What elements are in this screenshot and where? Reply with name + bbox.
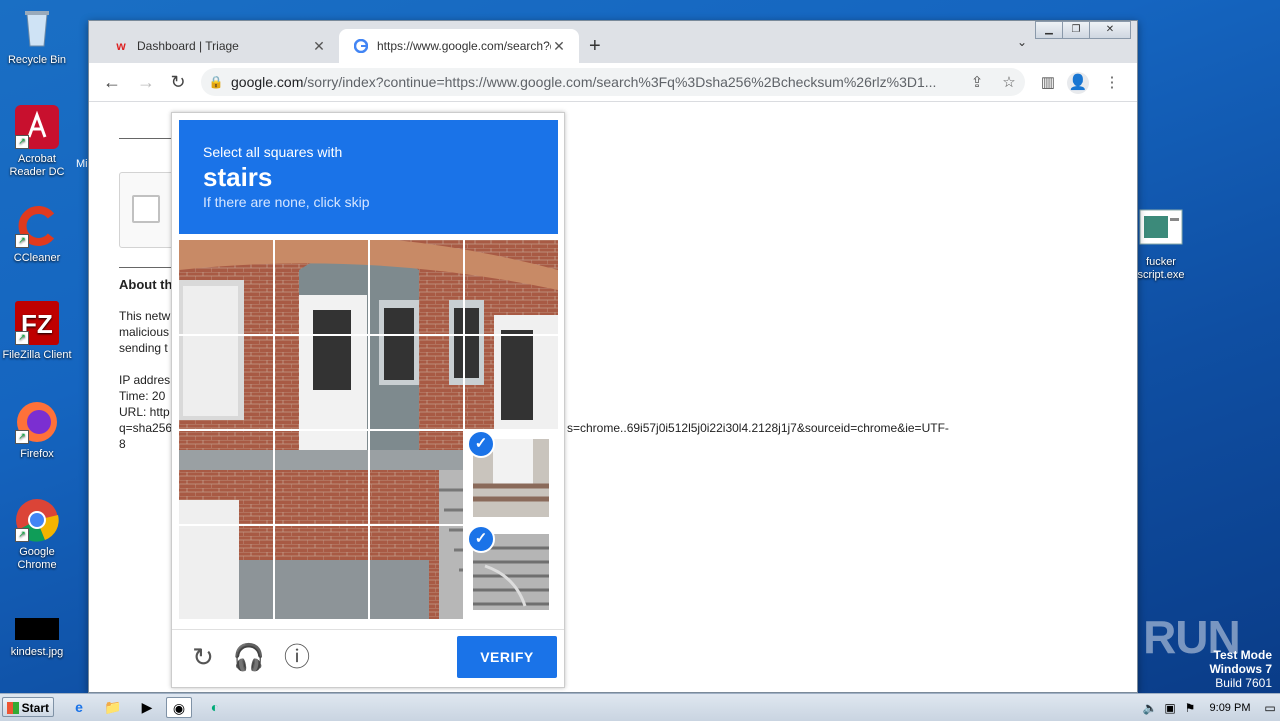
bookmark-star-icon[interactable]: ☆ xyxy=(993,73,1025,91)
recaptcha-checkbox[interactable] xyxy=(132,195,160,223)
chrome-taskbar-icon[interactable]: ◉ xyxy=(166,697,192,718)
audio-challenge-icon[interactable]: 🎧 xyxy=(232,640,266,674)
body-line: sending t xyxy=(119,341,168,355)
desktop-icon-label: CCleaner xyxy=(13,252,61,264)
profile-icon[interactable]: 👤 xyxy=(1067,72,1089,94)
lock-icon: 🔒 xyxy=(208,75,224,89)
google-icon xyxy=(353,38,369,54)
desktop-icon-kindest[interactable]: kindest.jpg xyxy=(0,618,74,659)
desktop-icon-label: Firefox xyxy=(20,448,54,460)
instruction-text: Select all squares with xyxy=(203,144,343,160)
start-button[interactable]: Start xyxy=(2,697,54,717)
target-text: stairs xyxy=(203,162,273,192)
desktop-icon-label: Acrobat Reader DC xyxy=(9,153,65,178)
browser-toolbar: ← → ↻ 🔒 google.com/sorry/index?continue=… xyxy=(89,63,1137,102)
file-explorer-icon[interactable]: 📁 xyxy=(100,697,126,718)
hint-text: If there are none, click skip xyxy=(203,194,370,210)
taskbar: Start e 📁 ▶ ◉ ◐ 🔈 ▣ ⚑ 9:09 PM ▭ xyxy=(0,693,1280,721)
reload-button[interactable]: ↻ xyxy=(167,71,189,93)
info-line: IP addres xyxy=(119,373,171,387)
desktop-icon-label: Recycle Bin xyxy=(7,54,67,66)
triage-icon: ᴡ xyxy=(116,39,126,53)
desktop-icon-ccleaner[interactable]: ↗ CCleaner xyxy=(0,204,74,265)
checkmark-icon: ✓ xyxy=(467,430,495,458)
recaptcha-challenge: Select all squares with stairs If there … xyxy=(171,112,565,688)
tab-dashboard[interactable]: ᴡ Dashboard | Triage ✕ xyxy=(99,29,339,63)
windows-watermark: Test Mode Windows 7 Build 7601 xyxy=(1209,648,1272,690)
recycle-bin-icon xyxy=(15,6,59,50)
internet-explorer-icon[interactable]: e xyxy=(66,697,92,718)
flag-icon[interactable]: ⚑ xyxy=(1180,701,1200,715)
desktop-icon-acrobat[interactable]: ↗ Acrobat Reader DC xyxy=(0,105,74,179)
window-controls: ▁ ❐ ✕ xyxy=(1035,21,1131,39)
side-panel-icon[interactable]: ▥ xyxy=(1037,72,1059,94)
desktop-icon-recycle-bin[interactable]: Recycle Bin xyxy=(0,6,74,67)
desktop-icon-chrome[interactable]: ↗ Google Chrome xyxy=(0,498,74,572)
url-text: google.com/sorry/index?continue=https://… xyxy=(231,74,937,90)
body-line: malicious xyxy=(119,325,170,339)
close-tab-icon[interactable]: ✕ xyxy=(551,38,567,55)
filezilla-icon: FZ ↗ xyxy=(15,301,59,345)
url-tail: 8 xyxy=(119,437,126,451)
network-icon[interactable]: ▣ xyxy=(1160,701,1180,715)
minimize-button[interactable]: ▁ xyxy=(1035,21,1063,39)
divider xyxy=(119,267,179,268)
address-bar[interactable]: 🔒 google.com/sorry/index?continue=https:… xyxy=(201,68,1025,96)
share-icon[interactable]: ⇪ xyxy=(961,73,993,91)
checkmark-icon: ✓ xyxy=(467,525,495,553)
menu-icon[interactable]: ⋮ xyxy=(1101,72,1123,94)
media-player-icon[interactable]: ▶ xyxy=(134,697,160,718)
tab-title: https://www.google.com/search?q= xyxy=(377,39,551,53)
info-line: q=sha256 xyxy=(119,421,173,435)
system-tray: 🔈 ▣ ⚑ 9:09 PM ▭ xyxy=(1140,694,1280,721)
tab-strip: ᴡ Dashboard | Triage ✕ https://www.googl… xyxy=(89,21,1137,63)
desktop-partial-label: Mi xyxy=(76,158,88,170)
browser-window: ᴡ Dashboard | Triage ✕ https://www.googl… xyxy=(88,20,1138,693)
firefox-icon: ↗ xyxy=(15,400,59,444)
edge-icon[interactable]: ◐ xyxy=(202,697,228,718)
info-line: URL: http xyxy=(119,405,170,419)
grid-line xyxy=(179,334,558,336)
new-tab-button[interactable]: + xyxy=(589,35,601,58)
challenge-footer: ↻ 🎧 ⓘ VERIFY xyxy=(172,629,564,688)
desktop-icon-firefox[interactable]: ↗ Firefox xyxy=(0,400,74,461)
chevron-down-icon[interactable]: ⌄ xyxy=(1017,35,1027,49)
challenge-image-grid: ✓ ✓ xyxy=(179,240,558,619)
desktop-icon-filezilla[interactable]: FZ ↗ FileZilla Client xyxy=(0,301,74,362)
back-button[interactable]: ← xyxy=(101,71,123,93)
acrobat-icon: ↗ xyxy=(15,105,59,149)
verify-button[interactable]: VERIFY xyxy=(457,636,557,678)
challenge-header: Select all squares with stairs If there … xyxy=(179,120,558,234)
close-tab-icon[interactable]: ✕ xyxy=(311,38,327,55)
image-file-icon xyxy=(15,618,59,642)
body-line: This netw xyxy=(119,309,171,323)
show-desktop-icon[interactable]: ▭ xyxy=(1260,701,1280,715)
tab-title: Dashboard | Triage xyxy=(137,39,239,53)
reload-challenge-icon[interactable]: ↻ xyxy=(186,640,220,674)
maximize-button[interactable]: ❐ xyxy=(1062,21,1090,39)
ccleaner-icon: ↗ xyxy=(15,204,59,248)
volume-icon[interactable]: 🔈 xyxy=(1140,701,1160,715)
clock[interactable]: 9:09 PM xyxy=(1200,702,1260,714)
page-content: About th This netw malicious sending t I… xyxy=(89,102,1137,692)
executable-file-icon xyxy=(1139,208,1183,252)
info-icon[interactable]: ⓘ xyxy=(280,640,314,674)
info-line: Time: 20 xyxy=(119,389,166,403)
url-tail: s=chrome..69i57j0i512l5j0i22i30l4.2128j1… xyxy=(567,421,949,435)
desktop-icon-label: Google Chrome xyxy=(17,546,57,571)
desktop-icon-label: kindest.jpg xyxy=(10,646,64,658)
divider xyxy=(119,138,179,139)
chrome-icon: ↗ xyxy=(15,498,59,542)
about-heading: About th xyxy=(119,277,173,292)
forward-button[interactable]: → xyxy=(135,71,157,93)
tab-google[interactable]: https://www.google.com/search?q= ✕ xyxy=(339,29,579,63)
windows-logo-icon xyxy=(7,702,19,714)
desktop-icon-label: FileZilla Client xyxy=(2,349,72,361)
close-window-button[interactable]: ✕ xyxy=(1089,21,1131,39)
